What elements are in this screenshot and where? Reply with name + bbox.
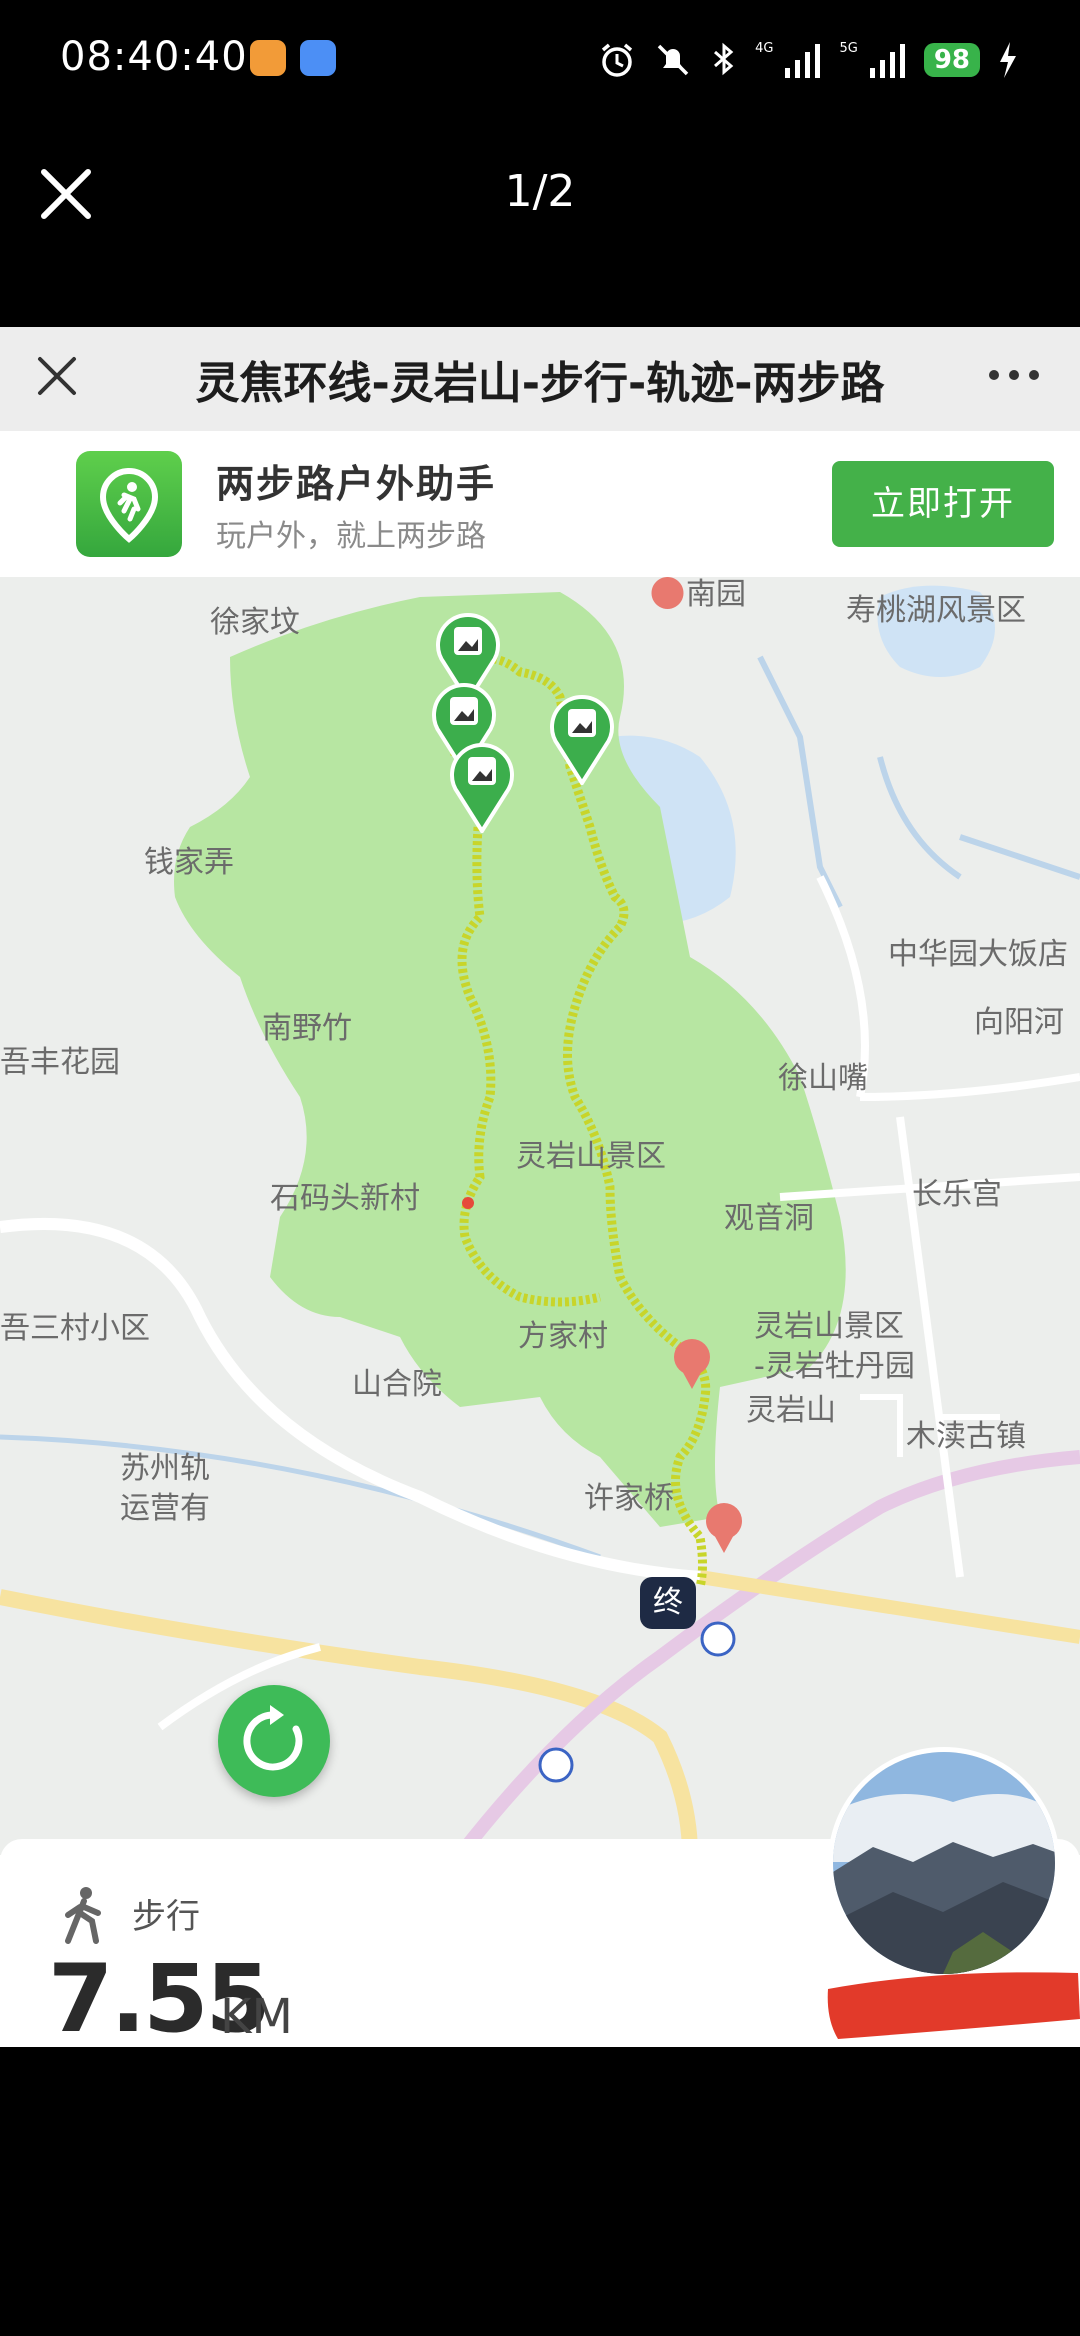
status-icons: 4G 5G 98 xyxy=(597,30,1020,90)
map-label: 寿桃湖风景区 xyxy=(846,593,1026,628)
activity-type: 步行 xyxy=(132,1897,200,1937)
signal-icon-1 xyxy=(785,44,821,78)
network-label-2: 5G xyxy=(839,40,858,56)
replay-icon[interactable] xyxy=(218,1685,330,1797)
bluetooth-icon xyxy=(714,42,734,76)
map-label: 苏州轨 xyxy=(120,1451,210,1486)
page-title: 灵焦环线-灵岩山-步行-轨迹-两步路 xyxy=(195,358,885,409)
alarm-icon xyxy=(601,43,633,77)
map-label: 观音洞 xyxy=(724,1201,814,1236)
map-label: 徐山嘴 xyxy=(778,1061,868,1096)
map-label: 南园 xyxy=(686,577,746,612)
open-app-button[interactable]: 立即打开 xyxy=(832,461,1054,547)
weather-app-icon xyxy=(300,40,336,76)
map-view[interactable]: 终 南园 徐家坟 寿桃湖风景区 钱家弄 中华园大饭店 南野竹 向阳河 吾丰花园 … xyxy=(0,577,1080,1855)
map-label: 运营有 xyxy=(120,1491,210,1526)
map-label: 许家桥 xyxy=(584,1481,674,1516)
map-label: 南野竹 xyxy=(262,1011,352,1046)
app-name: 两步路户外助手 xyxy=(216,462,497,506)
page-header: 灵焦环线-灵岩山-步行-轨迹-两步路 xyxy=(0,327,1080,431)
map-label: 长乐宫 xyxy=(912,1177,1002,1212)
charging-icon xyxy=(1000,42,1016,78)
app-logo-icon xyxy=(76,451,182,557)
signal-icon-2 xyxy=(869,44,905,78)
track-photo-thumbnail[interactable] xyxy=(828,1747,1060,1979)
shared-screenshot: 灵焦环线-灵岩山-步行-轨迹-两步路 两步路户外助手 玩户外，就上两步路 立即打… xyxy=(0,327,1080,2047)
map-label: 向阳河 xyxy=(974,1005,1064,1040)
network-label-1: 4G xyxy=(755,40,774,56)
walking-icon xyxy=(65,1887,101,1944)
map-canvas xyxy=(0,577,1080,1855)
more-options-icon[interactable] xyxy=(986,355,1042,395)
map-label: 吾丰花园 xyxy=(0,1045,120,1080)
map-label: 灵岩山景区 xyxy=(754,1309,904,1344)
map-label: 山合院 xyxy=(352,1367,442,1402)
map-label: 灵岩山 xyxy=(746,1393,836,1428)
map-label: 方家村 xyxy=(518,1319,608,1354)
photo-marker-icon[interactable] xyxy=(448,737,516,833)
photo-marker-icon[interactable] xyxy=(548,689,616,785)
notification-app-icon xyxy=(250,40,286,76)
map-label: 中华园大饭店 xyxy=(888,937,1068,972)
map-label: 吾三村小区 xyxy=(0,1311,150,1346)
map-label: -灵岩牡丹园 xyxy=(754,1349,915,1384)
map-label: 钱家弄 xyxy=(144,845,234,880)
map-label: 木渎古镇 xyxy=(906,1419,1026,1454)
app-slogan: 玩户外，就上两步路 xyxy=(216,519,486,554)
map-label: 石码头新村 xyxy=(270,1181,420,1216)
battery-indicator: 98 xyxy=(923,43,980,77)
app-banner: 两步路户外助手 玩户外，就上两步路 立即打开 xyxy=(0,431,1080,577)
image-counter: 1/2 xyxy=(504,166,576,217)
mute-icon xyxy=(657,44,689,76)
map-label: 灵岩山景区 xyxy=(516,1139,666,1174)
map-label: 徐家坟 xyxy=(210,605,300,640)
redaction-mark xyxy=(827,1972,1080,2039)
status-time: 08:40:40 xyxy=(60,34,248,80)
distance-unit: KM xyxy=(220,1989,293,2045)
track-end-marker[interactable]: 终 xyxy=(640,1577,696,1629)
